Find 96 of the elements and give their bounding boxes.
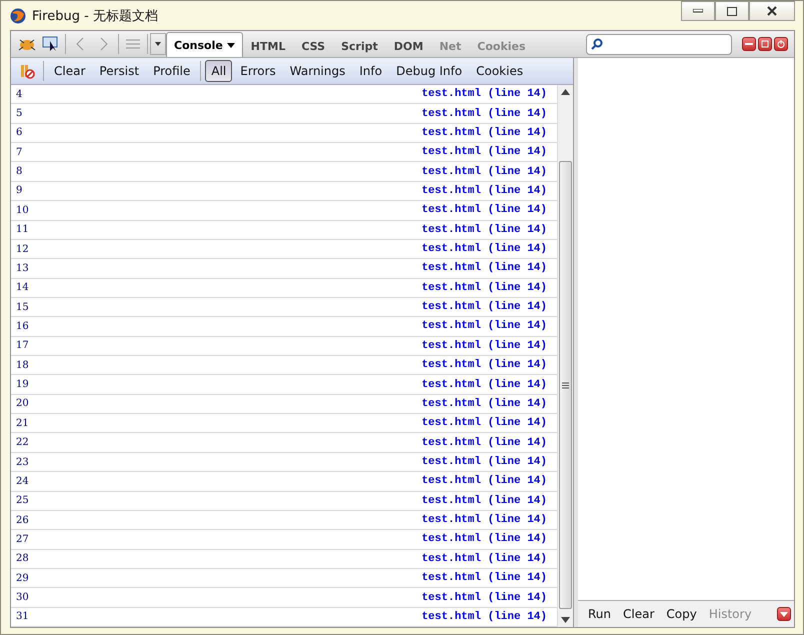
globe-icon [10,8,26,24]
power-icon [777,40,785,48]
caret-icon [780,612,788,616]
log-message: 14 [16,282,29,294]
panel-tab[interactable]: CSS [293,35,334,57]
log-message: 17 [16,340,29,352]
source-link[interactable]: test.html (line 14) [422,610,547,623]
window-icon [761,40,769,48]
source-link[interactable]: test.html (line 14) [422,494,547,507]
caret-icon [155,42,161,46]
log-message: 31 [16,611,29,622]
panel-tab[interactable]: Console [166,32,243,57]
source-link[interactable]: test.html (line 14) [422,552,547,565]
close-button[interactable] [749,1,795,21]
console-action[interactable]: Persist [93,60,146,82]
log-message: 16 [16,320,29,332]
log-message: 4 [16,88,22,100]
filter-button[interactable]: Info [353,60,388,82]
console-action[interactable]: Profile [147,60,196,82]
log-message: 23 [16,456,29,468]
command-button[interactable]: Copy [660,603,703,625]
source-link[interactable]: test.html (line 14) [422,108,547,120]
scrollbar-thumb[interactable] [559,161,572,609]
panel-tab[interactable]: DOM [386,35,432,57]
dropdown-button[interactable] [150,33,166,55]
source-link[interactable]: test.html (line 14) [422,417,547,430]
minimize-icon [745,43,753,45]
log-message: 30 [16,592,29,604]
log-message: 6 [16,127,22,138]
log-message: 25 [16,495,29,506]
close-icon [767,6,777,16]
log-message: 19 [16,379,29,390]
minimize-icon [693,9,703,13]
log-message: 9 [16,185,22,196]
log-message: 21 [16,418,29,429]
log-message: 8 [16,166,22,178]
collapse-button[interactable] [777,607,791,621]
source-link[interactable]: test.html (line 14) [422,262,547,274]
console-action[interactable]: Clear [48,60,92,82]
log-message: 5 [16,108,22,120]
log-message: 28 [16,553,29,564]
source-link[interactable]: test.html (line 14) [422,533,547,546]
source-link[interactable]: test.html (line 14) [422,204,547,216]
maximize-button[interactable] [715,1,749,21]
source-link[interactable]: test.html (line 14) [422,146,547,158]
log-message: 27 [16,534,29,545]
filter-button[interactable]: Cookies [470,60,530,82]
source-link[interactable]: test.html (line 14) [422,88,547,100]
log-message: 13 [16,262,29,274]
log-message: 10 [16,204,29,216]
source-link[interactable]: test.html (line 14) [422,282,547,294]
minimize-button[interactable] [742,37,756,51]
source-link[interactable]: test.html (line 14) [422,436,547,449]
log-message: 22 [16,437,29,448]
source-link[interactable]: test.html (line 14) [422,184,547,197]
source-link[interactable]: test.html (line 14) [422,320,547,332]
filter-button[interactable]: Warnings [284,60,352,82]
maximize-icon [727,6,737,16]
filter-button[interactable]: Errors [234,60,282,82]
log-message: 24 [16,476,29,487]
panel-tab[interactable]: Script [333,35,386,57]
log-message: 11 [16,224,29,236]
scroll-up-icon[interactable] [561,89,570,95]
search-icon [591,38,603,50]
source-link[interactable]: test.html (line 14) [422,126,547,139]
log-message: 26 [16,514,29,526]
source-link[interactable]: test.html (line 14) [422,340,547,352]
source-link[interactable]: test.html (line 14) [422,592,547,604]
filter-button[interactable]: Debug Info [390,60,468,82]
detach-button[interactable] [758,37,772,51]
log-message: 18 [16,360,29,371]
command-button[interactable]: Run [582,603,618,625]
panel-tab[interactable]: HTML [242,35,294,57]
source-link[interactable]: test.html (line 14) [422,572,547,584]
log-message: 12 [16,244,29,255]
power-button[interactable] [774,37,788,51]
source-link[interactable]: test.html (line 14) [422,398,547,410]
source-link[interactable]: test.html (line 14) [422,475,547,488]
log-message: 20 [16,398,29,410]
window-title: Firebug - 无标题文档 [32,8,159,24]
source-link[interactable]: test.html (line 14) [422,243,547,256]
source-link[interactable]: test.html (line 14) [422,224,547,236]
log-message: 29 [16,572,29,584]
source-link[interactable]: test.html (line 14) [422,301,547,314]
filter-button[interactable]: All [205,60,232,82]
source-link[interactable]: test.html (line 14) [422,456,547,468]
command-button[interactable]: Clear [617,603,660,625]
source-link[interactable]: test.html (line 14) [422,166,547,178]
source-link[interactable]: test.html (line 14) [422,514,547,526]
log-message: 15 [16,302,29,313]
source-link[interactable]: test.html (line 14) [422,378,547,391]
source-link[interactable]: test.html (line 14) [422,359,547,372]
minimize-button[interactable] [681,1,715,21]
search-field[interactable] [586,34,732,54]
scroll-down-icon[interactable] [561,617,570,623]
log-message: 7 [16,146,22,158]
